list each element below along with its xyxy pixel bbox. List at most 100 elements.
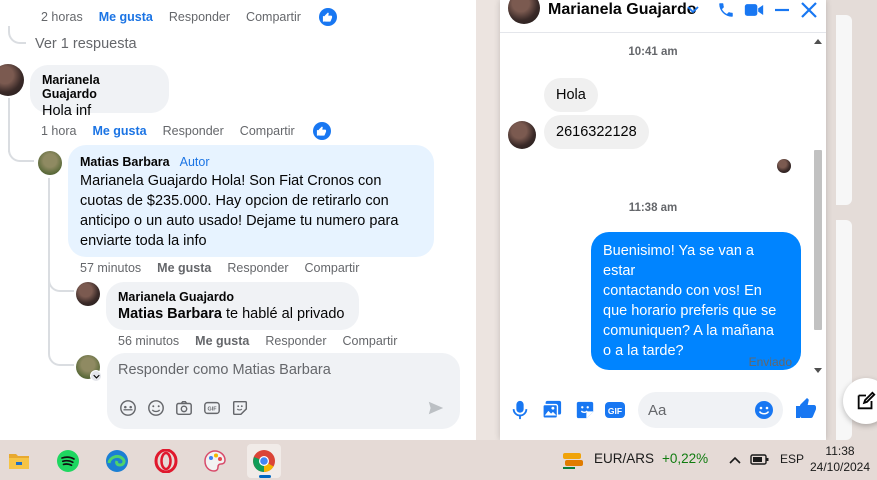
chat-header[interactable]: Marianela Guajardo <box>500 0 826 33</box>
mic-icon[interactable] <box>512 400 532 420</box>
thread-connector <box>8 26 26 44</box>
language-indicator[interactable]: ESP <box>780 452 804 466</box>
comment-actions-row: 1 hora Me gusta Responder Compartir <box>41 122 347 140</box>
thread-connector <box>48 178 50 348</box>
like-link[interactable]: Me gusta <box>92 124 146 138</box>
camera-icon[interactable] <box>175 399 193 417</box>
system-clock[interactable]: 11:38 24/10/2024 <box>808 443 872 475</box>
clock-time: 11:38 <box>825 444 855 458</box>
avatar[interactable] <box>76 282 100 306</box>
comment-actions-row: 57 minutos Me gusta Responder Compartir <box>80 261 375 275</box>
phone-icon[interactable] <box>717 1 737 21</box>
share-link[interactable]: Compartir <box>240 124 295 138</box>
share-link[interactable]: Compartir <box>305 261 360 275</box>
reply-composer[interactable]: GIF <box>107 353 460 429</box>
minimize-icon[interactable] <box>773 1 793 21</box>
clock-date: 24/10/2024 <box>809 460 871 474</box>
scrollbar-thumb[interactable] <box>814 150 822 330</box>
battery-icon[interactable] <box>750 453 770 472</box>
svg-text:GIF: GIF <box>208 407 218 413</box>
ticker-pair: EUR/ARS <box>594 451 655 466</box>
thread-connector <box>48 344 74 366</box>
comment-time[interactable]: 1 hora <box>41 124 76 138</box>
chevron-down-icon[interactable] <box>686 2 706 22</box>
chevron-up-icon[interactable] <box>728 453 742 471</box>
message-line: comuniquen? A la mañana <box>603 323 774 339</box>
share-link[interactable]: Compartir <box>246 10 301 24</box>
like-reaction-icon[interactable] <box>312 122 331 140</box>
scroll-up-icon <box>814 39 822 44</box>
comment-bubble: Marianela Guajardo Matias Barbara te hab… <box>106 282 359 330</box>
close-icon[interactable] <box>800 1 820 21</box>
view-replies-link[interactable]: Ver 1 respuesta <box>35 36 137 52</box>
gif-icon[interactable]: GIF <box>604 400 625 420</box>
contact-avatar[interactable] <box>508 121 536 149</box>
comment-text: Hola inf <box>42 103 92 119</box>
gif-icon[interactable]: GIF <box>203 399 221 417</box>
ticker-change: +0,22% <box>662 451 709 466</box>
comments-feed: 2 horas Me gusta Responder Compartir Ver… <box>0 0 476 440</box>
post-time[interactable]: 2 horas <box>41 10 83 24</box>
comment-actions-row: 56 minutos Me gusta Responder Compartir <box>118 334 413 348</box>
reply-link[interactable]: Responder <box>227 261 288 275</box>
mention-link[interactable]: Matias Barbara <box>118 306 222 322</box>
thumbs-up-icon[interactable] <box>794 397 816 418</box>
message-timestamp: 10:41 am <box>628 46 678 58</box>
file-explorer-icon[interactable] <box>2 444 36 478</box>
incoming-message[interactable]: 2616322128 <box>544 115 649 149</box>
svg-text:GIF: GIF <box>608 406 622 416</box>
emoji-icon[interactable] <box>754 400 774 420</box>
avatar[interactable] <box>38 151 62 175</box>
reply-link[interactable]: Responder <box>163 124 224 138</box>
chat-scrollbar[interactable] <box>812 34 824 378</box>
share-link[interactable]: Compartir <box>343 334 398 348</box>
message-line: Buenisimo! Ya se van a estar <box>603 243 754 279</box>
video-icon[interactable] <box>744 1 764 21</box>
contact-avatar[interactable] <box>508 0 540 24</box>
currency-ticker[interactable]: EUR/ARS +0,22% <box>594 451 708 466</box>
message-line: que horario preferis que se <box>603 303 777 319</box>
avatar-sticker-icon[interactable] <box>119 399 137 417</box>
contact-name[interactable]: Marianela Guajardo <box>548 1 697 19</box>
currency-icon[interactable] <box>561 449 585 476</box>
comment-author[interactable]: Marianela Guajardo <box>42 73 157 101</box>
reply-link[interactable]: Responder <box>265 334 326 348</box>
side-card <box>836 15 852 205</box>
reply-link[interactable]: Responder <box>169 10 230 24</box>
like-link[interactable]: Me gusta <box>195 334 249 348</box>
comment-author[interactable]: Matias Barbara <box>80 155 170 169</box>
paint-icon[interactable] <box>198 444 232 478</box>
comment-time[interactable]: 57 minutos <box>80 261 141 275</box>
comment-time[interactable]: 56 minutos <box>118 334 179 348</box>
comment-author[interactable]: Marianela Guajardo <box>118 290 347 304</box>
comment-text-line: cuotas de $235.000. Hay opcion de retira… <box>80 193 389 209</box>
chrome-icon[interactable] <box>247 444 281 478</box>
messenger-chat-window: Marianela Guajardo 10:41 am Hola 2616322… <box>500 0 826 440</box>
message-composer: GIF <box>500 385 826 440</box>
like-reaction-icon[interactable] <box>318 8 337 26</box>
like-link[interactable]: Me gusta <box>157 261 211 275</box>
comment-bubble: Marianela Guajardo Hola inf <box>30 65 169 119</box>
sticker-icon[interactable] <box>575 400 595 420</box>
thread-connector <box>8 140 34 162</box>
account-switch-chevron-icon[interactable] <box>90 370 102 382</box>
incoming-message[interactable]: Hola <box>544 78 598 112</box>
send-icon[interactable] <box>427 399 445 417</box>
message-status: Enviado <box>748 355 792 369</box>
like-link[interactable]: Me gusta <box>99 10 153 24</box>
message-line: contactando con vos! En <box>603 283 762 299</box>
spotify-icon[interactable] <box>51 444 85 478</box>
avatar[interactable] <box>0 64 24 96</box>
thread-connector <box>48 270 74 292</box>
post-actions-row: 2 horas Me gusta Responder Compartir <box>41 8 353 26</box>
opera-icon[interactable] <box>149 444 183 478</box>
edge-icon[interactable] <box>100 444 134 478</box>
reply-input[interactable] <box>118 362 438 378</box>
outgoing-message[interactable]: Buenisimo! Ya se van a estar contactando… <box>591 232 801 370</box>
sticker-icon[interactable] <box>231 399 249 417</box>
image-icon[interactable] <box>542 400 562 420</box>
seen-avatar <box>777 159 791 173</box>
emoji-icon[interactable] <box>147 399 165 417</box>
windows-taskbar: EUR/ARS +0,22% ESP 11:38 24/10/2024 <box>0 440 877 480</box>
comment-text-line: anticipo o un auto usado! Dejame tu nume… <box>80 213 399 229</box>
